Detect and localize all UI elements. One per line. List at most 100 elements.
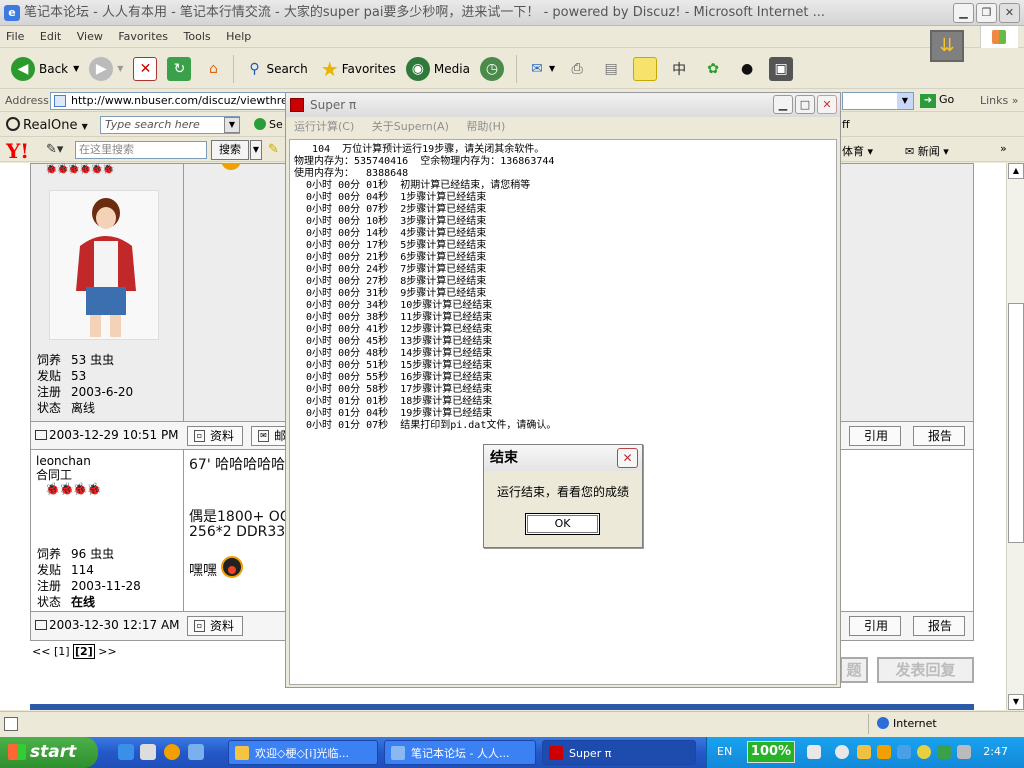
address-input[interactable]: http://www.nbuser.com/discuz/viewthread.… <box>50 92 290 110</box>
home-button[interactable]: ⌂ <box>196 53 230 85</box>
menu-about[interactable]: 关于Supern(A) <box>372 120 449 133</box>
stat-key: 发贴 <box>37 563 62 577</box>
power-plug-icon[interactable] <box>807 745 821 759</box>
superpi-app-icon <box>290 98 304 112</box>
dialog-ok-button[interactable]: OK <box>525 513 600 535</box>
language-indicator[interactable]: EN <box>717 745 732 758</box>
battery-indicator[interactable]: 100% <box>747 741 795 763</box>
favorites-button[interactable]: ★ Favorites <box>313 53 401 85</box>
quote-button[interactable]: 引用 <box>849 616 902 636</box>
history-button[interactable]: ◷ <box>475 53 513 85</box>
report-button[interactable]: 报告 <box>913 616 966 636</box>
clock: 2:47 <box>983 745 1008 758</box>
tray-qq-icon[interactable] <box>877 745 891 759</box>
yahoo-news-link[interactable]: ✉ 新闻 ▾ <box>905 143 949 159</box>
profile-button[interactable]: ▫ 资料 <box>187 616 244 636</box>
forward-button[interactable]: ▶ ▼ <box>84 53 128 85</box>
realone-search-button[interactable]: Se <box>254 118 283 131</box>
scroll-up-icon[interactable]: ▲ <box>1008 163 1024 179</box>
yahoo-search-input[interactable]: 在这里搜索 <box>75 141 207 159</box>
menu-edit[interactable]: Edit <box>34 26 67 48</box>
yahoo-sports-link[interactable]: 体育 ▾ <box>842 143 873 159</box>
quicklaunch-qq-icon[interactable] <box>164 744 180 760</box>
restore-button[interactable]: ❐ <box>976 3 997 23</box>
stop-button[interactable]: ✕ <box>128 53 162 85</box>
log-line: 0小时 00分 45秒 13步骤计算已经结束 <box>294 336 493 347</box>
menu-view[interactable]: View <box>71 26 109 48</box>
messenger-button[interactable]: ▣ <box>764 53 798 85</box>
task-button[interactable]: 笔记本论坛 - 人人... <box>384 740 536 765</box>
links-button[interactable]: Links » <box>980 94 1019 107</box>
menu-help[interactable]: 帮助(H) <box>466 120 505 133</box>
scroll-thumb[interactable] <box>1008 303 1024 543</box>
mail-button[interactable]: ✉ ▼ <box>520 53 560 85</box>
menu-tools[interactable]: Tools <box>178 26 217 48</box>
download-arrow-icon[interactable]: ⇊ <box>930 30 964 62</box>
address-dropdown[interactable]: ▼ <box>842 92 914 110</box>
close-button[interactable]: ✕ <box>999 3 1020 23</box>
research-button[interactable]: 中 <box>662 53 696 85</box>
pager-prev[interactable]: << <box>32 645 50 658</box>
edit-button[interactable]: ▤ <box>594 53 628 85</box>
refresh-icon: ↻ <box>167 56 192 81</box>
yahoo-logo[interactable]: Y! <box>6 139 29 163</box>
menu-file[interactable]: File <box>0 26 30 48</box>
tray-home-icon[interactable] <box>857 745 871 759</box>
post-reply-button[interactable]: 发表回复 <box>877 657 974 683</box>
highlight-icon[interactable]: ✎ <box>268 142 279 157</box>
realone-search-input[interactable]: Type search here <box>100 116 240 134</box>
forward-dropdown-icon[interactable]: ▼ <box>117 64 123 73</box>
search-button[interactable]: ⚲ Search <box>237 53 312 85</box>
pencil-icon[interactable]: ✎▾ <box>46 142 63 157</box>
author-username[interactable]: leonchan <box>36 454 91 468</box>
pager-next[interactable]: >> <box>98 645 116 658</box>
refresh-button[interactable]: ↻ <box>162 53 196 85</box>
dialog-close-button[interactable]: ✕ <box>617 448 638 468</box>
realone-logo[interactable]: RealOne ▼ <box>6 117 88 133</box>
quicklaunch-app-icon[interactable] <box>140 744 156 760</box>
new-topic-button[interactable]: 题 <box>840 657 868 683</box>
superpi-maximize-button[interactable]: □ <box>795 95 815 114</box>
tray-arrow-icon[interactable] <box>835 745 849 759</box>
qq-button[interactable]: ● <box>730 53 764 85</box>
go-button[interactable]: ➜ Go <box>920 93 954 108</box>
tray-smiley-icon[interactable] <box>917 745 931 759</box>
tray-volume-icon[interactable] <box>957 745 971 759</box>
toolbar-more-chevron[interactable]: » <box>1000 142 1007 155</box>
quicklaunch-ie-icon[interactable] <box>118 744 134 760</box>
back-button[interactable]: ◀ Back ▼ <box>6 53 84 85</box>
tray-network-icon[interactable] <box>897 745 911 759</box>
print-button[interactable]: ⎙ <box>560 53 594 85</box>
profile-button[interactable]: ▫ 资料 <box>187 426 244 446</box>
yahoo-search-button[interactable]: 搜索 <box>211 140 249 160</box>
superpi-minimize-button[interactable]: ▁ <box>773 95 793 114</box>
report-button[interactable]: 报告 <box>913 426 966 446</box>
start-button[interactable]: start <box>0 737 98 768</box>
pager-page-1[interactable]: [1] <box>54 645 70 658</box>
quote-button[interactable]: 引用 <box>849 426 902 446</box>
tray-app-icon[interactable] <box>937 745 951 759</box>
media-button[interactable]: ◉ Media <box>401 53 475 85</box>
notes-button[interactable] <box>628 53 662 85</box>
task-button-active[interactable]: Super π <box>542 740 696 765</box>
menu-help[interactable]: Help <box>220 26 257 48</box>
log-used-memory: 使用内存为： 8388648 <box>294 168 409 179</box>
lock-icon: ▫ <box>194 430 205 442</box>
scroll-down-icon[interactable]: ▼ <box>1008 694 1024 710</box>
log-line: 0小时 00分 48秒 14步骤计算已经结束 <box>294 348 493 359</box>
stat-value: 96 虫虫 <box>71 547 115 561</box>
minimize-button[interactable]: ▁ <box>953 3 974 23</box>
realone-dropdown-icon[interactable]: ▼ <box>224 117 240 133</box>
icq-button[interactable]: ✿ <box>696 53 730 85</box>
yahoo-search-dropdown[interactable]: ▼ <box>250 140 262 160</box>
menu-favorites[interactable]: Favorites <box>112 26 174 48</box>
log-line: 0小时 00分 41秒 12步骤计算已经结束 <box>294 324 493 335</box>
menu-run-calculation[interactable]: 运行计算(C) <box>294 120 354 133</box>
superpi-close-button[interactable]: ✕ <box>817 95 837 114</box>
back-dropdown-icon[interactable]: ▼ <box>73 64 79 73</box>
task-button[interactable]: 欢迎◇梗◇[i]光临... <box>228 740 378 765</box>
quicklaunch-desktop-icon[interactable] <box>188 744 204 760</box>
log-line: 0小时 00分 31秒 9步骤计算已经结束 <box>294 288 487 299</box>
pager-page-2: [2] <box>73 644 95 659</box>
page-scrollbar[interactable]: ▲ ▼ <box>1006 163 1024 710</box>
